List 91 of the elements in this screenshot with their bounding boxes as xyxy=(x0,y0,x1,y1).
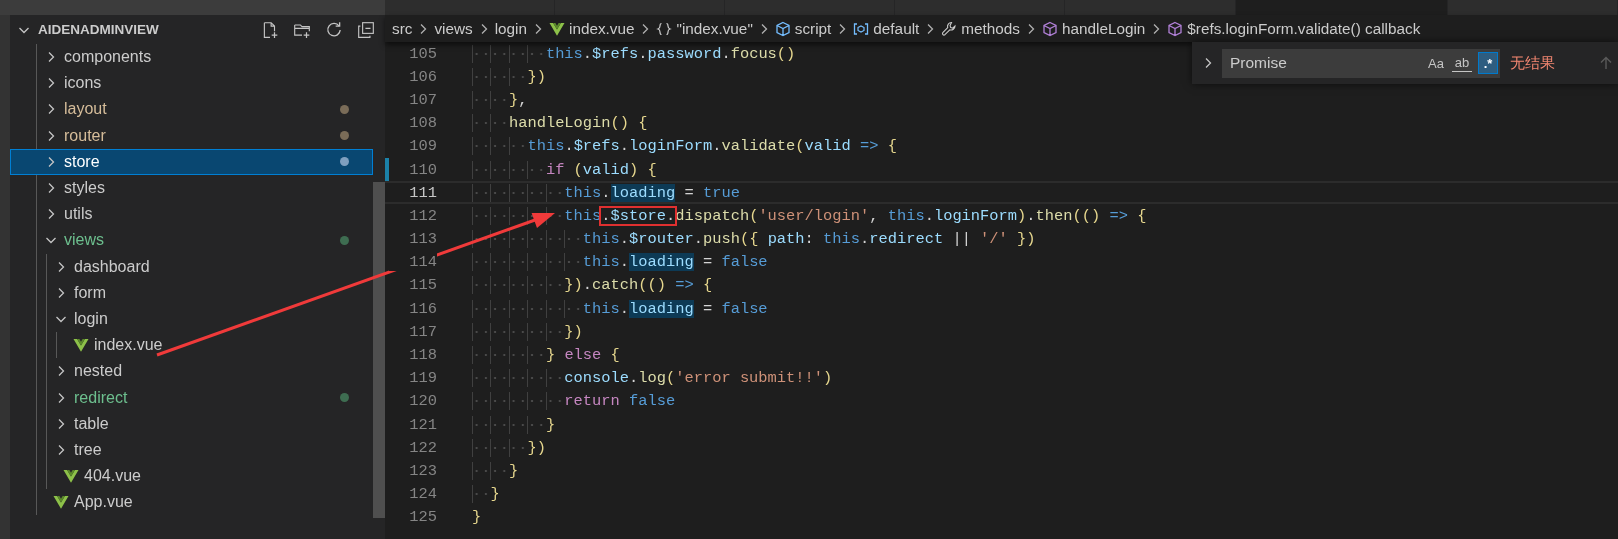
breadcrumb-item[interactable]: handleLogin xyxy=(1041,19,1146,38)
breadcrumb-item[interactable]: "index.vue" xyxy=(656,19,753,38)
toggle-button[interactable]: ab xyxy=(1452,54,1472,72)
cube-icon xyxy=(1167,20,1184,37)
line-number: 124 xyxy=(408,485,437,504)
tree-item[interactable]: index.vue xyxy=(10,332,373,359)
vue-file-icon xyxy=(63,468,79,485)
vue-file-icon xyxy=(549,20,565,37)
vue-file-icon xyxy=(53,494,69,511)
tree-item[interactable]: App.vue xyxy=(10,489,373,516)
vue-file-icon xyxy=(73,337,89,354)
breadcrumb-item[interactable]: src xyxy=(392,19,413,38)
breadcrumb-item[interactable]: login xyxy=(494,19,527,38)
line-number: 115 xyxy=(408,276,437,295)
tree-item[interactable]: tree xyxy=(10,436,373,463)
new-file-icon[interactable] xyxy=(261,20,279,39)
line-number: 105 xyxy=(408,44,437,63)
line-number: 110 xyxy=(408,160,437,179)
line-number: 117 xyxy=(408,322,437,341)
breadcrumb-item[interactable]: script xyxy=(774,19,832,38)
line-number: 113 xyxy=(408,230,437,249)
code-line: if (valid) { xyxy=(472,160,657,179)
tree-item[interactable]: icons xyxy=(10,70,373,97)
braces-icon xyxy=(656,20,673,37)
tree-item[interactable]: table xyxy=(10,410,373,437)
line-number: 107 xyxy=(408,90,437,109)
breadcrumb-item[interactable]: default xyxy=(853,19,920,38)
tree-item[interactable]: login xyxy=(10,305,373,333)
code-line: } xyxy=(472,485,500,504)
code-line: } xyxy=(472,415,556,434)
tree-item[interactable]: redirect xyxy=(10,384,373,411)
line-number: 111 xyxy=(408,183,437,202)
code-line: }) xyxy=(472,438,546,457)
code-line: this.$store.dispatch('user/login', this.loginForm).then(() => { xyxy=(472,206,1147,225)
code-line: this.loading = false xyxy=(472,253,768,272)
line-number: 125 xyxy=(408,508,437,527)
tree-item[interactable]: components xyxy=(10,44,373,71)
toggle-button[interactable]: Aa xyxy=(1426,52,1446,74)
code-line: } xyxy=(472,508,482,527)
code-line: this.$router.push({ path: this.redirect || '/' }) xyxy=(472,230,1036,249)
tree-item[interactable]: layout xyxy=(10,96,373,123)
breadcrumb-item[interactable]: methods xyxy=(941,19,1020,38)
toggle-button[interactable]: .* xyxy=(1478,52,1498,74)
code-line: return false xyxy=(472,392,676,411)
line-number: 123 xyxy=(408,461,437,480)
tree-item[interactable]: styles xyxy=(10,174,373,202)
scrollbar-thumb[interactable] xyxy=(373,182,385,518)
tree-item[interactable]: dashboard xyxy=(10,253,373,280)
editor-tab[interactable] xyxy=(385,0,556,15)
breadcrumb-item[interactable]: $refs.loginForm.validate() callback xyxy=(1167,19,1421,38)
code-line: } xyxy=(472,461,519,480)
code-line: }) xyxy=(472,322,583,341)
code-line: this.loading = false xyxy=(472,299,768,318)
line-number: 108 xyxy=(408,114,437,133)
breadcrumb-item[interactable]: index.vue xyxy=(549,19,635,38)
code-line: }) xyxy=(472,67,546,86)
arrow-up-icon[interactable] xyxy=(1598,55,1614,71)
result-text: 无结果 xyxy=(1510,53,1556,73)
line-number: 121 xyxy=(408,415,437,434)
tree-item[interactable]: form xyxy=(10,279,373,306)
line-number: 106 xyxy=(408,67,437,86)
namespace-icon xyxy=(853,20,870,37)
collapse-all-icon[interactable] xyxy=(357,20,375,39)
wrench-icon xyxy=(941,20,958,37)
tree-item[interactable]: store xyxy=(10,148,373,175)
code-line: console.log('error submit!!') xyxy=(472,369,833,388)
tree-item[interactable]: views xyxy=(10,227,373,254)
explorer-title: AIDENADMINVIEW xyxy=(38,22,160,37)
line-number: 120 xyxy=(408,392,437,411)
tree-item[interactable]: nested xyxy=(10,358,373,385)
line-number: 119 xyxy=(408,369,437,388)
line-number: 114 xyxy=(389,253,437,272)
line-number: 116 xyxy=(408,299,437,318)
refresh-icon[interactable] xyxy=(325,20,343,39)
line-number: 109 xyxy=(408,137,437,156)
tree-item[interactable]: router xyxy=(10,122,373,149)
line-number: 112 xyxy=(408,206,437,225)
cube-icon xyxy=(774,20,791,37)
cube-icon xyxy=(1041,20,1058,37)
code-line: }).catch(() => { xyxy=(472,276,713,295)
code-line: this.$refs.loginForm.validate(valid => { xyxy=(472,137,897,156)
line-number: 118 xyxy=(408,346,437,365)
code-line: this.loading = true xyxy=(472,183,740,202)
breadcrumb-item[interactable]: views xyxy=(434,19,473,38)
code-line: this.$refs.password.focus() xyxy=(472,44,796,63)
search-field[interactable]: Promise Aa ab .* xyxy=(1222,48,1500,78)
code-line: } else { xyxy=(472,346,620,365)
line-number: 122 xyxy=(408,438,437,457)
code-line: handleLogin() { xyxy=(472,114,648,133)
tree-item[interactable]: 404.vue xyxy=(10,463,373,490)
tree-item[interactable]: utils xyxy=(10,201,373,228)
